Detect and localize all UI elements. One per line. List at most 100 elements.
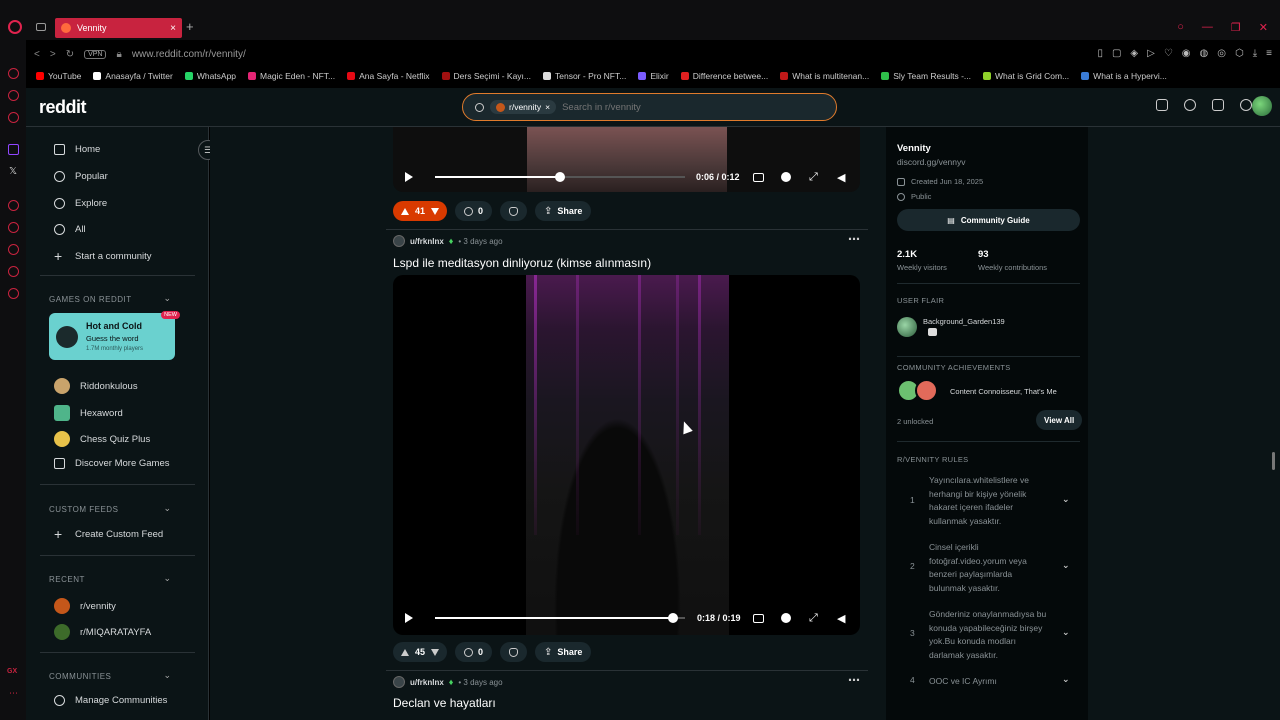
- volume-icon[interactable]: ◀︎: [837, 612, 845, 625]
- bookmark-item[interactable]: Sly Team Results -...: [881, 71, 971, 81]
- reload-icon[interactable]: ↻: [66, 49, 74, 60]
- video-scrub-handle[interactable]: [667, 613, 678, 623]
- bookmark-item[interactable]: What is a Hypervi...: [1081, 71, 1167, 81]
- play-icon[interactable]: [405, 172, 413, 182]
- chevron-down-icon[interactable]: ⌄: [163, 670, 171, 681]
- forward-icon[interactable]: >: [50, 49, 56, 60]
- manage-communities[interactable]: Manage Communities: [54, 695, 167, 706]
- bookmark-item[interactable]: YouTube: [36, 71, 81, 81]
- downvote-icon[interactable]: [431, 207, 440, 215]
- community-guide-button[interactable]: ▤ Community Guide: [897, 209, 1080, 231]
- flair-username[interactable]: Background_Garden139: [923, 317, 1005, 326]
- post-title[interactable]: Lspd ile meditasyon dinliyoruz (kimse al…: [393, 256, 651, 270]
- sidebar-twitch-icon[interactable]: [8, 144, 19, 155]
- more-options-icon[interactable]: ⋯: [848, 232, 860, 246]
- sidebar-gx-corner-icon[interactable]: [8, 90, 19, 101]
- menu-icon[interactable]: ≡: [1266, 48, 1272, 59]
- new-tab-button[interactable]: +: [186, 19, 194, 34]
- heart-icon[interactable]: ♡: [1164, 48, 1173, 59]
- download-icon[interactable]: ⤓: [1253, 48, 1257, 59]
- downvote-icon[interactable]: [431, 648, 440, 656]
- play-icon[interactable]: [405, 613, 413, 623]
- bookmark-page-icon[interactable]: ▯: [1097, 48, 1103, 59]
- opera-gx-logo-icon[interactable]: [8, 20, 22, 34]
- bookmark-item[interactable]: What is multitenan...: [780, 71, 869, 81]
- view-all-button[interactable]: View All: [1036, 410, 1083, 430]
- bookmark-item[interactable]: Elixir: [638, 71, 669, 81]
- chevron-down-icon[interactable]: ⌄: [1062, 494, 1070, 505]
- chevron-down-icon[interactable]: ⌄: [1062, 560, 1070, 571]
- game-chess-quiz-plus[interactable]: Chess Quiz Plus: [54, 431, 150, 447]
- shield-icon[interactable]: ◈: [1130, 48, 1138, 59]
- chevron-down-icon[interactable]: ⌄: [163, 293, 171, 304]
- chat-icon[interactable]: [1184, 99, 1196, 111]
- post-video-2[interactable]: 0:18 / 0:19 ⤢ ◀︎: [393, 275, 860, 635]
- game-hexaword[interactable]: Hexaword: [54, 405, 123, 421]
- vote-widget[interactable]: 41: [393, 201, 448, 221]
- chevron-down-icon[interactable]: ⌄: [1062, 674, 1070, 685]
- chevron-down-icon[interactable]: ⌄: [1062, 627, 1070, 638]
- bookmark-item[interactable]: Anasayfa / Twitter: [93, 71, 173, 81]
- more-options-icon[interactable]: ⋯: [848, 673, 860, 687]
- maximize-button[interactable]: ❐: [1231, 21, 1241, 34]
- post-author[interactable]: u/frknlnx: [410, 237, 444, 246]
- user-avatar[interactable]: [1252, 96, 1272, 116]
- extension-b-icon[interactable]: ◍: [1200, 48, 1209, 59]
- sidebar-messenger-icon[interactable]: [8, 112, 19, 123]
- recent-vennity[interactable]: r/vennity: [54, 598, 116, 614]
- snapshot-icon[interactable]: ▢: [1112, 48, 1121, 59]
- video-progress-bar[interactable]: [435, 172, 685, 182]
- discover-more-games[interactable]: Discover More Games: [54, 458, 170, 469]
- bookmark-item[interactable]: Difference betwee...: [680, 71, 768, 81]
- lock-icon[interactable]: 🔒︎: [116, 49, 121, 60]
- fullscreen-icon[interactable]: ⤢: [809, 171, 818, 184]
- custom-feeds-title[interactable]: CUSTOM FEEDS: [49, 505, 118, 514]
- bookmark-item[interactable]: Ana Sayfa - Netflix: [347, 71, 430, 81]
- close-window-button[interactable]: ✕: [1259, 21, 1268, 34]
- notifications-icon[interactable]: [1240, 99, 1252, 111]
- search-tabs-icon[interactable]: ○: [1177, 21, 1184, 34]
- extension-a-icon[interactable]: ◉: [1182, 48, 1191, 59]
- chip-close-icon[interactable]: ×: [545, 102, 550, 112]
- share-button[interactable]: ⇪ Share: [535, 201, 592, 221]
- volume-icon[interactable]: ◀︎: [837, 171, 845, 184]
- nav-popular[interactable]: Popular: [54, 171, 108, 182]
- nav-home[interactable]: Home: [54, 144, 100, 155]
- extensions-puzzle-icon[interactable]: ⬡: [1235, 48, 1244, 59]
- search-input[interactable]: [562, 101, 783, 113]
- back-icon[interactable]: <: [34, 49, 40, 60]
- sidebar-settings-icon[interactable]: [8, 288, 19, 299]
- browser-tab-active[interactable]: Vennity ×: [55, 18, 182, 38]
- create-post-icon[interactable]: [1212, 99, 1224, 111]
- bookmark-item[interactable]: Magic Eden - NFT...: [248, 71, 335, 81]
- bookmark-item[interactable]: What is Grid Com...: [983, 71, 1069, 81]
- post-video-1[interactable]: 0:06 / 0:12 ⤢ ◀︎: [393, 127, 860, 192]
- play-icon[interactable]: ▷: [1147, 48, 1155, 59]
- chevron-down-icon[interactable]: ⌄: [163, 503, 171, 514]
- games-section-title[interactable]: GAMES ON REDDIT: [49, 295, 132, 304]
- featured-game-card[interactable]: Hot and Cold Guess the word 1.7M monthly…: [49, 311, 180, 360]
- sidebar-history-icon[interactable]: [8, 222, 19, 233]
- share-button[interactable]: ⇪ Share: [535, 642, 592, 662]
- captions-icon[interactable]: [753, 613, 764, 623]
- user-avatar-icon[interactable]: [393, 235, 405, 247]
- vpn-badge[interactable]: VPN: [84, 49, 107, 59]
- nav-all[interactable]: All: [54, 224, 86, 235]
- create-custom-feed[interactable]: + Create Custom Feed: [54, 527, 163, 541]
- video-progress-bar[interactable]: [435, 613, 685, 623]
- bookmark-item[interactable]: WhatsApp: [184, 71, 236, 81]
- recent-miqaratayfa[interactable]: r/MIQARATAYFA: [54, 624, 151, 640]
- bookmark-item[interactable]: Ders Seçimi - Kayı...: [441, 71, 531, 81]
- advertise-icon[interactable]: [1156, 99, 1168, 111]
- game-riddonkulous[interactable]: Riddonkulous: [54, 378, 138, 394]
- communities-title[interactable]: COMMUNITIES: [49, 672, 111, 681]
- captions-icon[interactable]: [753, 172, 764, 182]
- video-scrub-handle[interactable]: [555, 172, 565, 182]
- sidebar-more-icon[interactable]: ⋯: [9, 688, 18, 699]
- reddit-logo[interactable]: reddit: [39, 97, 87, 118]
- vote-widget[interactable]: 45: [393, 642, 448, 662]
- fullscreen-icon[interactable]: ⤢: [809, 612, 818, 625]
- sidebar-clock-icon[interactable]: [8, 244, 19, 255]
- sidebar-x-icon[interactable]: 𝕏: [9, 166, 17, 177]
- sidebar-gx-control-icon[interactable]: [8, 68, 19, 79]
